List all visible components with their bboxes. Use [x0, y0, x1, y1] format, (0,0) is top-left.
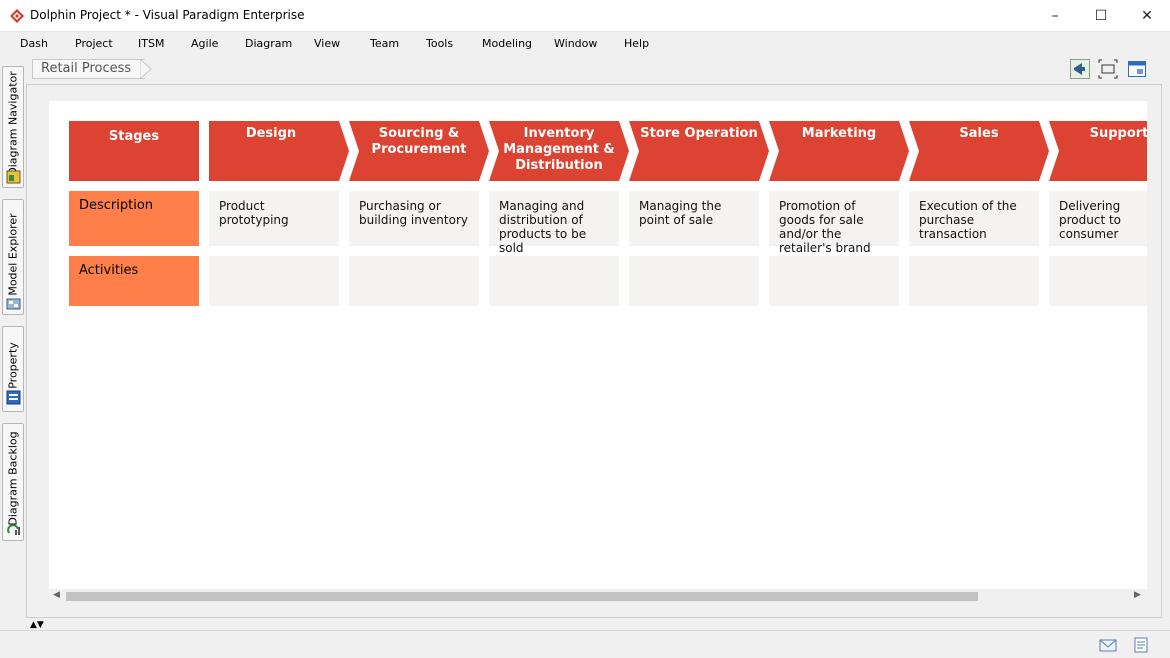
activities-cell[interactable] [629, 256, 759, 306]
panel-expander-icon[interactable]: ▲▼ [30, 620, 44, 630]
row-label-activities[interactable]: Activities [69, 256, 199, 306]
megaphone-icon[interactable] [1070, 59, 1090, 79]
menu-view[interactable]: View [314, 37, 340, 50]
model-explorer-icon [6, 298, 21, 310]
diagram-overview-icon[interactable] [1127, 59, 1147, 79]
breadcrumb-bar: Retail Process [26, 56, 1170, 82]
activities-cell[interactable] [209, 256, 339, 306]
description-cell[interactable]: Execution of the purchase transaction [909, 191, 1039, 246]
diagram-pane: Stages Design Sourcing & Procurement Inv… [26, 84, 1162, 618]
menu-agile[interactable]: Agile [191, 37, 218, 50]
activities-cell[interactable] [1049, 256, 1147, 306]
scroll-right-icon[interactable]: ▶ [1134, 590, 1141, 600]
activities-cell[interactable] [349, 256, 479, 306]
stage-support[interactable]: Support [1049, 121, 1147, 181]
menu-bar: Dash Project ITSM Agile Diagram View Tea… [0, 33, 1170, 55]
row-label-description[interactable]: Description [69, 191, 199, 246]
stages-header-label: Stages [108, 129, 160, 144]
diagram-canvas[interactable]: Stages Design Sourcing & Procurement Inv… [49, 101, 1147, 589]
horizontal-scrollbar[interactable]: ◀ ▶ [49, 589, 1147, 603]
menu-help[interactable]: Help [624, 37, 649, 50]
activities-cell[interactable] [909, 256, 1039, 306]
menu-project[interactable]: Project [75, 37, 113, 50]
status-bar [0, 630, 1170, 658]
stage-label: Sourcing & Procurement [371, 126, 467, 157]
breadcrumb-arrow-icon [140, 59, 152, 79]
side-tab-bar: Diagram Navigator Model Explorer Propert… [0, 56, 26, 630]
breadcrumb[interactable]: Retail Process [32, 59, 146, 79]
activities-cell[interactable] [769, 256, 899, 306]
stage-store-operation[interactable]: Store Operation [629, 121, 769, 181]
stage-label: Marketing [801, 126, 877, 141]
menu-team[interactable]: Team [370, 37, 399, 50]
description-cell[interactable]: Delivering product to consumer [1049, 191, 1147, 246]
window-title: Dolphin Project * - Visual Paradigm Ente… [30, 8, 305, 22]
stage-label: Store Operation [640, 126, 758, 141]
description-cell[interactable]: Product prototyping [209, 191, 339, 246]
stage-marketing[interactable]: Marketing [769, 121, 909, 181]
scroll-left-icon[interactable]: ◀ [53, 590, 60, 600]
stage-label: Support [1089, 126, 1147, 141]
side-tab-model-explorer[interactable]: Model Explorer [2, 199, 24, 315]
description-cell[interactable]: Managing and distribution of products to… [489, 191, 619, 255]
menu-modeling[interactable]: Modeling [482, 37, 532, 50]
side-tab-label: Model Explorer [6, 213, 20, 296]
stages-header: Stages [69, 121, 199, 181]
stage-label: Sales [959, 126, 999, 141]
diagram-navigator-icon [6, 170, 21, 184]
stage-inventory-management[interactable]: Inventory Management & Distribution [489, 121, 629, 181]
fit-diagram-icon[interactable] [1098, 59, 1118, 79]
menu-diagram[interactable]: Diagram [245, 37, 292, 50]
side-tab-diagram-navigator[interactable]: Diagram Navigator [2, 66, 24, 188]
description-cell[interactable]: Purchasing or building inventory [349, 191, 479, 246]
side-tab-diagram-backlog[interactable]: Diagram Backlog [2, 423, 24, 541]
notes-icon[interactable] [1132, 637, 1150, 653]
maximize-button[interactable]: ☐ [1078, 0, 1124, 31]
menu-dash[interactable]: Dash [20, 37, 48, 50]
scrollbar-thumb[interactable] [66, 592, 978, 601]
menu-window[interactable]: Window [554, 37, 597, 50]
side-tab-property[interactable]: Property [2, 326, 24, 412]
stage-label: Design [245, 126, 297, 141]
title-bar: Dolphin Project * - Visual Paradigm Ente… [0, 0, 1170, 32]
activities-cell[interactable] [489, 256, 619, 306]
minimize-button[interactable]: – [1032, 0, 1078, 31]
mail-icon[interactable] [1099, 637, 1117, 653]
stage-sourcing-procurement[interactable]: Sourcing & Procurement [349, 121, 489, 181]
side-tab-label: Diagram Navigator [6, 71, 20, 176]
property-icon [6, 390, 21, 405]
stage-sales[interactable]: Sales [909, 121, 1049, 181]
stage-design[interactable]: Design [209, 121, 349, 181]
stage-label: Inventory Management & Distribution [503, 126, 615, 173]
side-tab-label: Property [6, 342, 20, 389]
diagram-backlog-icon [7, 524, 20, 535]
description-cell[interactable]: Managing the point of sale [629, 191, 759, 246]
menu-itsm[interactable]: ITSM [138, 37, 164, 50]
description-cell[interactable]: Promotion of goods for sale and/or the r… [769, 191, 899, 255]
visual-paradigm-logo-icon [10, 9, 24, 23]
close-button[interactable]: ✕ [1124, 0, 1170, 31]
side-tab-label: Diagram Backlog [6, 431, 20, 526]
menu-tools[interactable]: Tools [426, 37, 453, 50]
